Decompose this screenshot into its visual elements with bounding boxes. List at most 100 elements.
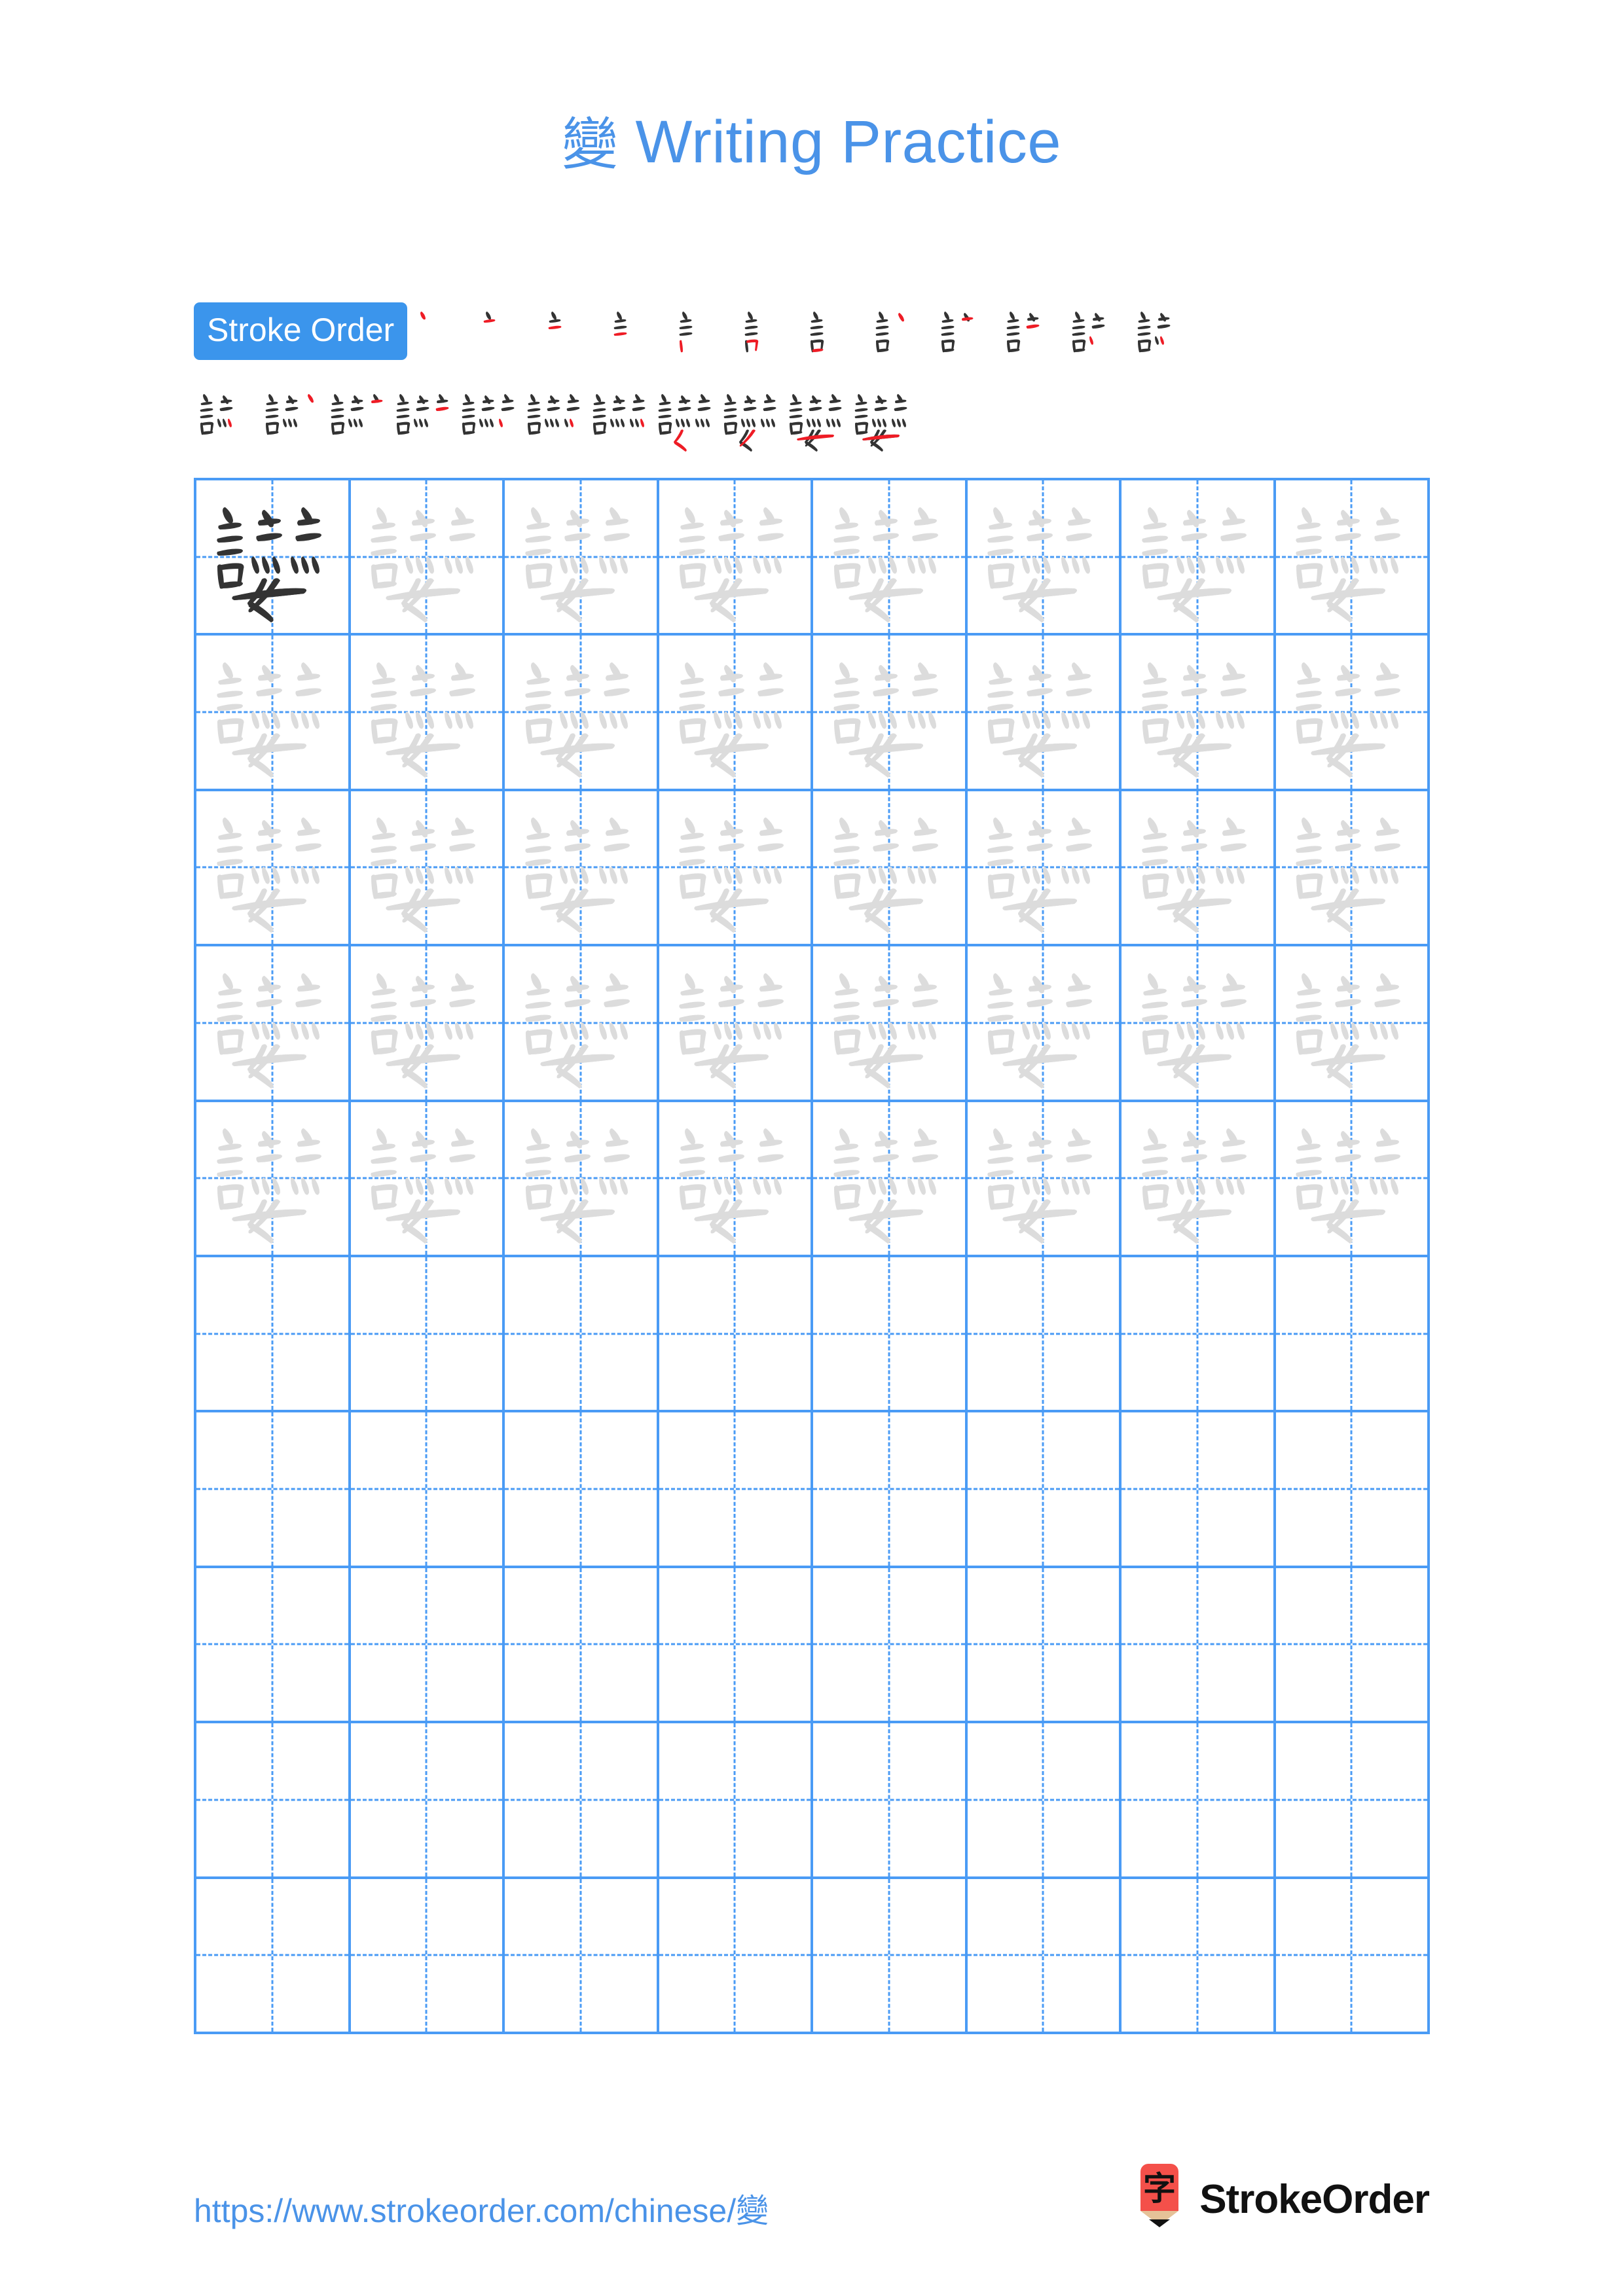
grid-cell-blank[interactable] [813, 1257, 968, 1413]
grid-cell-blank[interactable] [196, 1723, 351, 1879]
grid-cell-blank[interactable] [505, 1878, 659, 2034]
stroke-step-23 [850, 386, 915, 459]
grid-cell-blank[interactable] [1122, 1568, 1276, 1724]
grid-cell-trace[interactable] [350, 946, 505, 1102]
grid-cell-trace[interactable] [350, 480, 505, 636]
grid-cell-trace[interactable] [659, 636, 813, 791]
grid-cell-trace[interactable] [1275, 791, 1430, 947]
grid-cell-trace[interactable] [967, 791, 1122, 947]
grid-cell-blank[interactable] [659, 1723, 813, 1879]
grid-cell-blank[interactable] [1122, 1257, 1276, 1413]
grid-cell-blank[interactable] [659, 1257, 813, 1413]
grid-cell-blank[interactable] [659, 1878, 813, 2034]
grid-cell-trace[interactable] [196, 636, 351, 791]
grid-cell-model[interactable] [196, 480, 351, 636]
grid-cell-trace[interactable] [1122, 480, 1276, 636]
practice-character [659, 636, 811, 788]
grid-cell-blank[interactable] [1275, 1723, 1430, 1879]
footer-brand[interactable]: 字 StrokeOrder [1134, 2162, 1430, 2236]
footer-url[interactable]: https://www.strokeorder.com/chinese/變 [194, 2185, 769, 2232]
svg-text:字: 字 [1143, 2170, 1176, 2208]
grid-cell-trace[interactable] [196, 1102, 351, 1257]
practice-character [196, 791, 348, 944]
grid-cell-trace[interactable] [813, 946, 968, 1102]
grid-cell-blank[interactable] [1122, 1412, 1276, 1568]
stroke-step-1 [412, 304, 478, 377]
grid-cell-blank[interactable] [196, 1257, 351, 1413]
grid-cell-trace[interactable] [1275, 946, 1430, 1102]
grid-cell-blank[interactable] [967, 1878, 1122, 2034]
grid-cell-trace[interactable] [813, 1102, 968, 1257]
practice-character [196, 1102, 348, 1255]
grid-cell-trace[interactable] [1275, 1102, 1430, 1257]
stroke-step-11 [1067, 304, 1133, 377]
grid-cell-trace[interactable] [1122, 946, 1276, 1102]
grid-cell-blank[interactable] [813, 1878, 968, 2034]
grid-cell-trace[interactable] [196, 791, 351, 947]
practice-character [968, 946, 1120, 1099]
grid-cell-trace[interactable] [1275, 636, 1430, 791]
grid-cell-trace[interactable] [813, 791, 968, 947]
grid-cell-blank[interactable] [505, 1412, 659, 1568]
grid-cell-trace[interactable] [1122, 791, 1276, 947]
stroke-step-22 [784, 386, 850, 459]
grid-cell-blank[interactable] [659, 1412, 813, 1568]
grid-cell-trace[interactable] [1122, 1102, 1276, 1257]
grid-cell-trace[interactable] [1275, 480, 1430, 636]
grid-cell-trace[interactable] [505, 480, 659, 636]
grid-cell-trace[interactable] [505, 946, 659, 1102]
grid-cell-trace[interactable] [659, 1102, 813, 1257]
stroke-step-13 [195, 386, 261, 459]
grid-cell-trace[interactable] [967, 946, 1122, 1102]
grid-cell-blank[interactable] [967, 1412, 1122, 1568]
stroke-step-19 [588, 386, 653, 459]
grid-cell-trace[interactable] [659, 480, 813, 636]
stroke-steps-row-2 [194, 386, 1431, 459]
grid-cell-blank[interactable] [1275, 1568, 1430, 1724]
grid-cell-trace[interactable] [196, 946, 351, 1102]
grid-cell-blank[interactable] [505, 1568, 659, 1724]
grid-cell-blank[interactable] [1275, 1878, 1430, 2034]
grid-cell-blank[interactable] [967, 1257, 1122, 1413]
stroke-order-row-1: Stroke Order [194, 302, 1431, 377]
grid-cell-trace[interactable] [659, 946, 813, 1102]
practice-character [1122, 1102, 1273, 1255]
grid-cell-trace[interactable] [1122, 636, 1276, 791]
grid-cell-trace[interactable] [350, 791, 505, 947]
grid-cell-blank[interactable] [967, 1568, 1122, 1724]
grid-cell-trace[interactable] [967, 480, 1122, 636]
grid-cell-blank[interactable] [1275, 1412, 1430, 1568]
grid-cell-blank[interactable] [813, 1568, 968, 1724]
practice-character [1122, 946, 1273, 1099]
grid-cell-blank[interactable] [1122, 1723, 1276, 1879]
grid-cell-trace[interactable] [505, 636, 659, 791]
grid-cell-trace[interactable] [813, 636, 968, 791]
grid-cell-trace[interactable] [350, 1102, 505, 1257]
grid-cell-blank[interactable] [505, 1723, 659, 1879]
grid-cell-trace[interactable] [967, 636, 1122, 791]
grid-cell-trace[interactable] [659, 791, 813, 947]
grid-cell-blank[interactable] [350, 1568, 505, 1724]
grid-cell-blank[interactable] [505, 1257, 659, 1413]
grid-cell-blank[interactable] [967, 1723, 1122, 1879]
grid-cell-trace[interactable] [813, 480, 968, 636]
grid-cell-trace[interactable] [505, 791, 659, 947]
grid-cell-blank[interactable] [350, 1257, 505, 1413]
grid-cell-blank[interactable] [350, 1878, 505, 2034]
grid-cell-blank[interactable] [350, 1412, 505, 1568]
grid-cell-blank[interactable] [659, 1568, 813, 1724]
pencil-logo-icon: 字 [1140, 2164, 1179, 2227]
grid-cell-trace[interactable] [350, 636, 505, 791]
grid-cell-blank[interactable] [196, 1568, 351, 1724]
grid-cell-trace[interactable] [505, 1102, 659, 1257]
grid-cell-blank[interactable] [813, 1723, 968, 1879]
grid-cell-blank[interactable] [1122, 1878, 1276, 2034]
grid-cell-blank[interactable] [813, 1412, 968, 1568]
grid-cell-trace[interactable] [967, 1102, 1122, 1257]
stroke-step-6 [740, 304, 805, 377]
grid-cell-blank[interactable] [1275, 1257, 1430, 1413]
grid-cell-blank[interactable] [196, 1878, 351, 2034]
grid-cell-blank[interactable] [196, 1412, 351, 1568]
grid-cell-blank[interactable] [350, 1723, 505, 1879]
stroke-step-21 [719, 386, 784, 459]
